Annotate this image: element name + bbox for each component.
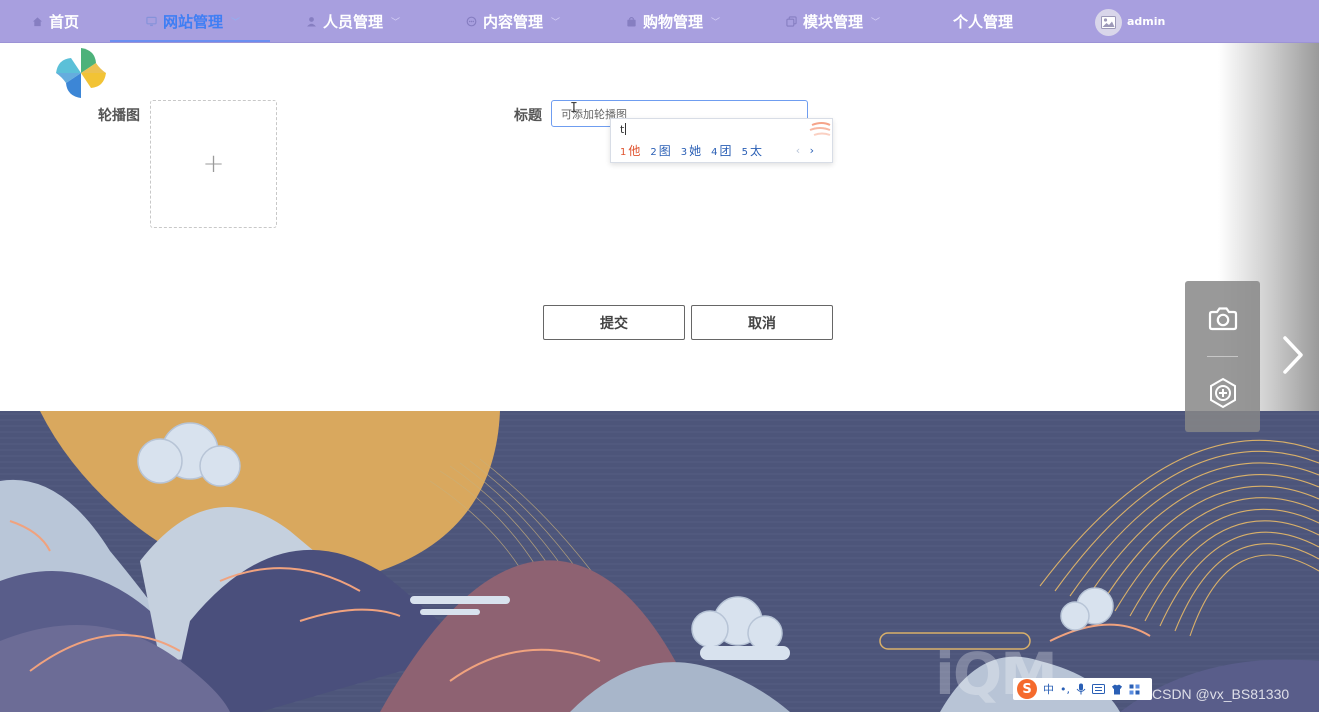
landscape-illustration (0, 411, 1319, 712)
page: 首页 网站管理 ﹀ 人员管理 ﹀ 内容管理 ﹀ 购物管理 ﹀ 模块管理 ﹀ 个人… (0, 0, 1319, 712)
toolbar-divider (1207, 356, 1238, 357)
add-shield-icon[interactable] (1206, 376, 1240, 410)
ime-candidate-list: 1他 2图 3她 4团 5太 (620, 142, 762, 159)
chevron-down-icon: ﹀ (551, 18, 561, 28)
chevron-right-icon[interactable] (1279, 332, 1307, 378)
nav-label-personal: 个人管理 (953, 13, 1014, 31)
punctuation-button[interactable]: •, (1060, 683, 1070, 696)
ime-composition: t (620, 123, 625, 136)
nav-item-content[interactable]: 内容管理 ﹀ (466, 0, 560, 43)
microphone-icon[interactable] (1076, 683, 1086, 695)
nav-item-website[interactable]: 网站管理 ﹀ (146, 0, 240, 43)
nav-label-website: 网站管理 (163, 13, 224, 31)
nav-item-modules[interactable]: 模块管理 ﹀ (786, 0, 880, 43)
ime-prev-page-button[interactable]: ‹ (796, 144, 800, 157)
chevron-down-icon: ﹀ (711, 18, 721, 28)
nav-item-staff[interactable]: 人员管理 ﹀ (306, 0, 400, 43)
ime-skin-decoration-icon (809, 122, 831, 136)
ime-candidate[interactable]: 2图 (650, 142, 670, 159)
camera-icon[interactable] (1206, 301, 1240, 335)
sogou-logo-icon[interactable]: S (1017, 679, 1037, 699)
text-cursor-icon: I (570, 101, 578, 116)
ime-candidate[interactable]: 1他 (620, 142, 640, 159)
username[interactable]: admin (1127, 15, 1165, 28)
floating-toolbar (1185, 281, 1260, 432)
ime-pager: ‹ › (796, 144, 814, 157)
ime-candidate[interactable]: 5太 (742, 142, 762, 159)
chat-icon (466, 16, 477, 27)
title-label: 标题 (514, 108, 542, 124)
ime-candidate-popup: t 1他 2图 3她 4团 5太 ‹ › (610, 118, 833, 163)
ime-mode-button[interactable]: 中 (1043, 681, 1054, 697)
nav-label-shopping: 购物管理 (643, 13, 704, 31)
decorative-background (0, 411, 1319, 712)
shirt-icon[interactable] (1111, 684, 1123, 695)
copy-icon (786, 16, 797, 27)
chevron-down-icon: ﹀ (231, 18, 241, 28)
user-icon (307, 17, 316, 27)
monitor-icon (146, 16, 157, 27)
nav-label-staff: 人员管理 (323, 13, 384, 31)
ime-candidate[interactable]: 3她 (681, 142, 701, 159)
plus-icon: + (202, 149, 225, 179)
home-icon (32, 17, 43, 27)
nav-label-home: 首页 (49, 13, 80, 31)
bag-icon (627, 16, 636, 27)
nav-item-personal[interactable]: 个人管理 (953, 0, 1013, 43)
cancel-button[interactable]: 取消 (691, 305, 833, 340)
grid-apps-icon[interactable] (1129, 684, 1140, 695)
image-icon (1101, 16, 1116, 29)
nav-label-modules: 模块管理 (803, 13, 864, 31)
ime-toolbar: S 中 •, (1013, 678, 1152, 700)
chevron-down-icon: ﹀ (391, 18, 401, 28)
ime-candidate[interactable]: 4团 (711, 142, 731, 159)
avatar[interactable] (1095, 9, 1122, 36)
pinwheel-logo-icon (56, 48, 106, 98)
top-nav: 首页 网站管理 ﹀ 人员管理 ﹀ 内容管理 ﹀ 购物管理 ﹀ 模块管理 ﹀ 个人… (0, 0, 1319, 43)
nav-label-content: 内容管理 (483, 13, 544, 31)
ime-next-page-button[interactable]: › (810, 144, 814, 157)
nav-item-shopping[interactable]: 购物管理 ﹀ (626, 0, 720, 43)
submit-button[interactable]: 提交 (543, 305, 685, 340)
chevron-down-icon: ﹀ (871, 18, 881, 28)
active-tab-indicator (110, 40, 270, 42)
carousel-label: 轮播图 (98, 108, 140, 124)
keyboard-icon[interactable] (1092, 684, 1105, 694)
image-upload-button[interactable]: + (150, 100, 277, 228)
nav-item-home[interactable]: 首页 (32, 0, 79, 43)
credit-watermark: CSDN @vx_BS81330 (1152, 686, 1290, 702)
